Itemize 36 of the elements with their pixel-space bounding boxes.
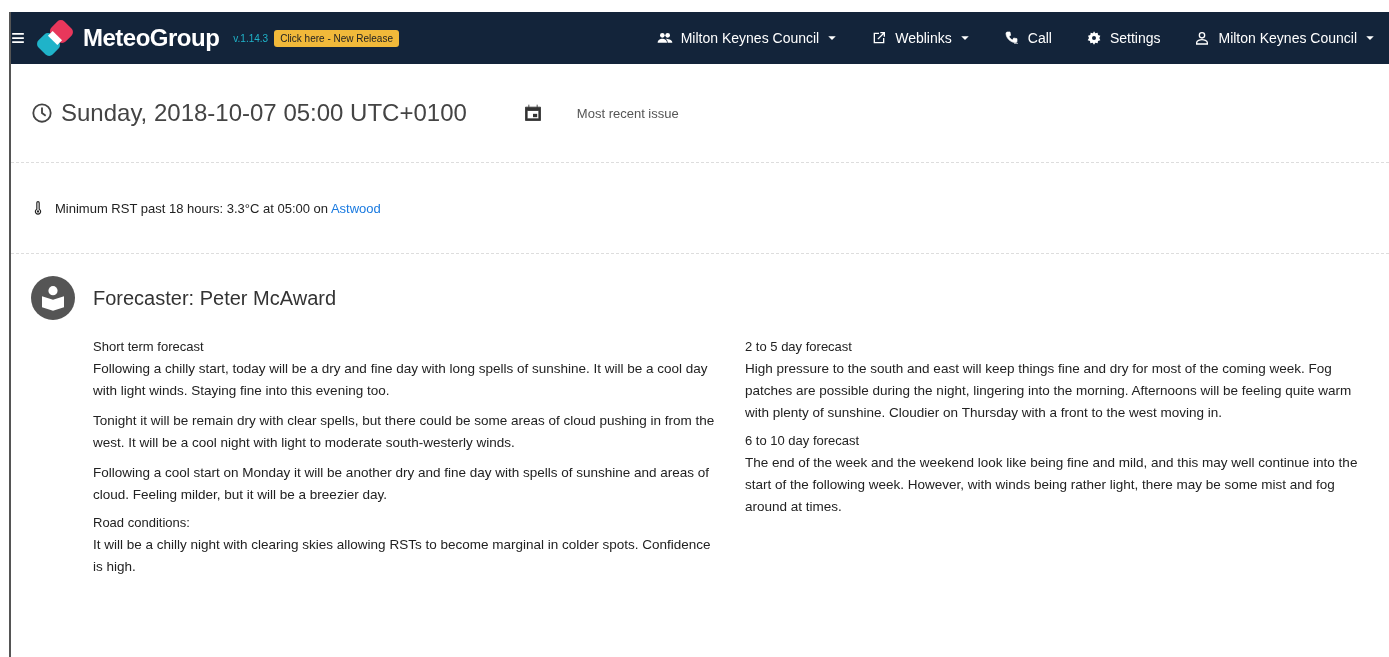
nav-menu-item[interactable]: Call	[1003, 30, 1052, 46]
issue-datetime: Sunday, 2018-10-07 05:00 UTC+0100	[61, 99, 467, 127]
phone-icon	[1003, 30, 1020, 46]
brand-name: MeteoGroup	[83, 24, 220, 52]
nav-menu-item[interactable]: Milton Keynes Council	[656, 30, 838, 46]
section-heading: Short term forecast	[93, 338, 205, 356]
calendar-icon[interactable]	[522, 103, 543, 123]
people-icon	[656, 30, 673, 46]
forecaster-avatar-icon	[31, 276, 75, 320]
release-link[interactable]: Click here - New Release	[274, 29, 399, 47]
section-heading: Road conditions:	[93, 514, 191, 532]
forecast-text: Following a cool start on Monday it will be another dry and fine day with spells of sunshine and areas of cloud. Feeling milder, but it will be a breezier day.	[93, 464, 711, 504]
nav-menu-item[interactable]: Milton Keynes Council	[1194, 30, 1375, 46]
caret-icon	[827, 33, 838, 43]
forecast-text: Tonight it will be remain dry with clear spells, but there could be some areas of cloud pushing in from the west. It will be a cool night with light to moderate south-westerly winds.	[93, 412, 716, 452]
section-heading: 2 to 5 day forecast	[745, 338, 853, 356]
menu-icon[interactable]	[11, 31, 25, 45]
issue-label: Most recent issue	[576, 105, 679, 121]
forecast-text: Following a chilly start, today will be a dry and fine day with long spells of sunshine. It will be a cool day with light winds. Staying fine into this evening too.	[93, 360, 709, 400]
forecast-text: The end of the week and the weekend look like being fine and mild, and this may well continue into the start of the following week. However, with winds being rather light, there may be some mist and fog around at times.	[745, 454, 1359, 516]
settings-icon	[1085, 30, 1102, 46]
user-icon	[1194, 30, 1211, 46]
minimum-rst-text: Minimum RST past 18 hours: 3.3°C at 05:00 on Astwood	[55, 200, 381, 216]
forecast-text: High pressure to the south and east will keep things fine and dry for most of the coming week. Fog patches are possible during the night, lingering into the morning. Afternoons will be feeling quite warm with plenty of sunshine. Cloudier on Thursday with a front to the west moving in.	[745, 360, 1353, 422]
forecaster-name: Forecaster: Peter McAward	[93, 286, 337, 310]
logo-icon	[35, 18, 75, 58]
version-label: v.1.14.3	[233, 32, 269, 44]
nav-menu-item[interactable]: Weblinks	[871, 30, 970, 46]
forecast-text: It will be a chilly night with clearing skies allowing RSTs to become marginal in colder spots. Confidence is high.	[93, 536, 712, 576]
nav-menu-item[interactable]: Settings	[1085, 30, 1161, 46]
caret-icon	[1365, 33, 1375, 43]
section-heading: 6 to 10 day forecast	[745, 432, 861, 450]
clock-icon	[31, 102, 53, 124]
location-link[interactable]: Astwood	[330, 200, 381, 216]
external-link-icon	[871, 30, 888, 46]
caret-icon	[959, 33, 970, 43]
